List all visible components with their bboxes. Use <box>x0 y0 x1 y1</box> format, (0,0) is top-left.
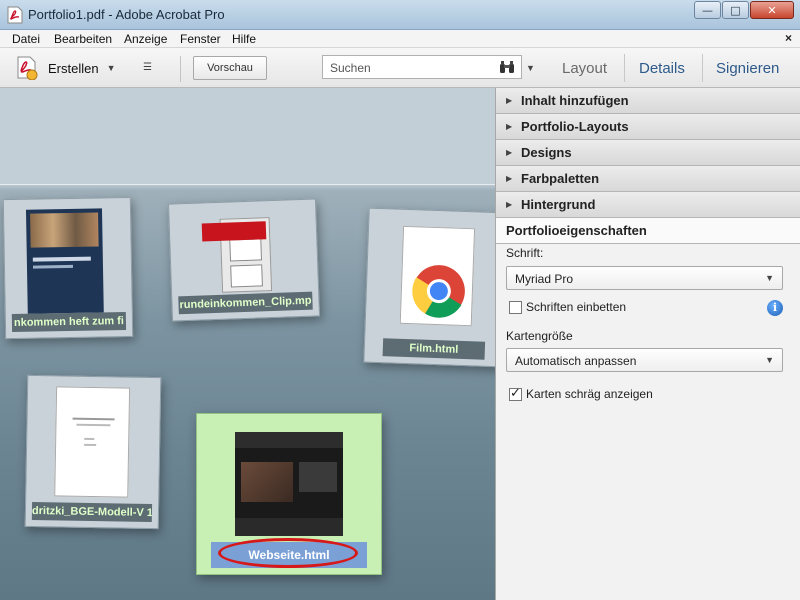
section-color-palettes[interactable]: ▶ Farbpaletten <box>496 166 800 192</box>
document-thumbnail <box>54 386 131 498</box>
website-thumbnail <box>235 432 343 536</box>
section-label: Portfolio-Layouts <box>521 119 629 134</box>
menu-window[interactable]: Fenster <box>180 32 221 46</box>
section-background[interactable]: ▶ Hintergrund <box>496 192 800 218</box>
search-options-chevron-icon[interactable]: ▼ <box>526 63 535 73</box>
toolbar-divider <box>702 54 703 82</box>
chevron-down-icon: ▼ <box>765 273 774 283</box>
card-label: dritzki_BGE-Modell-V 1 <box>31 501 153 523</box>
customize-toolbar-icon[interactable]: ☰ <box>143 62 152 73</box>
toolbar-divider <box>180 56 181 82</box>
portfolio-card-brochure[interactable]: nkommen heft zum fi <box>2 196 134 340</box>
search-field[interactable]: Suchen <box>322 55 522 79</box>
clip-banner <box>201 221 267 242</box>
menu-file[interactable]: Datei <box>12 32 40 46</box>
section-label: Hintergrund <box>521 197 596 212</box>
create-label: Erstellen <box>48 60 99 76</box>
portfolio-canvas: nkommen heft zum fi rundeinkommen_Clip.m… <box>0 88 495 600</box>
section-label: Farbpaletten <box>521 171 600 186</box>
card-label: rundeinkommen_Clip.mp <box>178 291 313 315</box>
close-document-button[interactable]: × <box>785 31 792 45</box>
expand-triangle-icon: ▶ <box>506 200 513 209</box>
embed-fonts-checkbox[interactable] <box>509 301 522 314</box>
chrome-icon <box>412 265 465 318</box>
window-title: Portfolio1.pdf - Adobe Acrobat Pro <box>28 7 225 22</box>
chevron-down-icon: ▼ <box>106 63 116 73</box>
minimize-button[interactable]: — <box>694 1 721 19</box>
canvas-header-band <box>0 88 495 185</box>
section-label: Designs <box>521 145 572 160</box>
card-size-select-value: Automatisch anpassen <box>515 354 637 368</box>
expand-triangle-icon: ▶ <box>506 96 513 105</box>
embed-fonts-label: Schriften einbetten <box>526 300 627 314</box>
title-bar: Portfolio1.pdf - Adobe Acrobat Pro — □ ✕ <box>0 0 800 30</box>
card-label: nkommen heft zum fi <box>11 311 127 332</box>
tilt-cards-checkbox[interactable] <box>509 386 522 401</box>
font-select-value: Myriad Pro <box>515 272 574 286</box>
font-label: Schrift: <box>506 246 544 260</box>
toolbar-divider <box>624 54 625 82</box>
portfolio-card-film-html[interactable]: Film.html <box>363 207 495 368</box>
create-button[interactable]: Erstellen ▼ <box>16 55 116 81</box>
details-tab[interactable]: Details <box>639 60 685 77</box>
html-file-thumbnail <box>399 225 476 327</box>
section-add-content[interactable]: ▶ Inhalt hinzufügen <box>496 88 800 114</box>
acrobat-pdf-icon <box>7 6 23 24</box>
maximize-button[interactable]: □ <box>722 1 749 19</box>
portfolio-card-video[interactable]: rundeinkommen_Clip.mp <box>167 198 321 322</box>
menu-bar: Datei Bearbeiten Anzeige Fenster Hilfe × <box>0 30 800 48</box>
brochure-thumbnail <box>25 208 104 314</box>
highlight-ellipse <box>218 538 358 568</box>
menu-edit[interactable]: Bearbeiten <box>54 32 112 46</box>
close-window-button[interactable]: ✕ <box>750 1 794 19</box>
search-placeholder: Suchen <box>330 61 371 75</box>
expand-triangle-icon: ▶ <box>506 174 513 183</box>
binoculars-icon[interactable] <box>499 59 515 75</box>
menu-view[interactable]: Anzeige <box>124 32 167 46</box>
chevron-down-icon: ▼ <box>765 355 774 365</box>
card-label: Film.html <box>382 338 486 360</box>
section-label: Portfolioeigenschaften <box>506 223 647 238</box>
section-designs[interactable]: ▶ Designs <box>496 140 800 166</box>
font-select[interactable]: Myriad Pro ▼ <box>506 266 783 290</box>
tilt-cards-label: Karten schräg anzeigen <box>526 387 653 401</box>
layout-panel: ▶ Inhalt hinzufügen ▶ Portfolio-Layouts … <box>495 88 800 600</box>
menu-help[interactable]: Hilfe <box>232 32 256 46</box>
card-size-label: Kartengröße <box>506 329 573 343</box>
preview-button[interactable]: Vorschau <box>193 56 267 80</box>
layout-tab[interactable]: Layout <box>562 60 607 77</box>
expand-triangle-icon: ▶ <box>506 148 513 157</box>
expand-triangle-icon: ▶ <box>506 122 513 131</box>
section-portfolio-layouts[interactable]: ▶ Portfolio-Layouts <box>496 114 800 140</box>
info-icon[interactable]: i <box>767 300 783 316</box>
create-pdf-icon <box>17 56 38 80</box>
portfolio-card-document[interactable]: dritzki_BGE-Modell-V 1 <box>24 374 162 530</box>
section-portfolio-properties[interactable]: Portfolioeigenschaften <box>496 218 800 244</box>
sign-tab[interactable]: Signieren <box>716 60 779 77</box>
card-size-select[interactable]: Automatisch anpassen ▼ <box>506 348 783 372</box>
section-label: Inhalt hinzufügen <box>521 93 629 108</box>
